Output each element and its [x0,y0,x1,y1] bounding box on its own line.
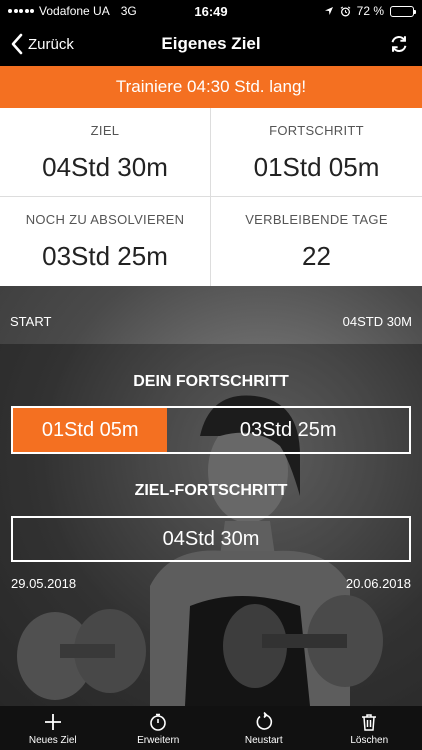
chevron-left-icon [11,33,23,55]
goal-stat-value: 04Std 30m [42,152,168,182]
alarm-icon [340,5,351,16]
stats-grid: ZIEL 04Std 30m FORTSCHRITT 01Std 05m NOC… [0,108,422,286]
progress-stat-label: FORTSCHRITT [269,123,364,138]
new-goal-label: Neues Ziel [28,735,77,746]
progress-hero: START 04STD 30M DEIN FORTSCHRITT 01Std 0… [0,286,422,706]
progress-rest-segment: 03Std 25m [239,418,337,441]
location-arrow-icon [324,7,333,15]
bottom-toolbar: Neues Ziel Erweitern Neustart Löschen [0,706,422,750]
new-goal-button[interactable]: Neues Ziel [0,706,106,750]
remaining-stat: NOCH ZU ABSOLVIEREN 03Std 25m [0,197,211,286]
restart-icon [256,712,272,730]
signal-strength-icon [8,9,34,13]
extend-button[interactable]: Erweitern [106,706,212,750]
date-range: 29.05.2018 20.06.2018 [11,576,411,591]
network-type: 3G [120,4,137,18]
days-left-stat-value: 22 [302,241,331,271]
your-progress-title: DEIN FORTSCHRITT [133,373,289,390]
navigation-bar: Zurück Eigenes Ziel [0,22,422,66]
back-button-label: Zurück [28,35,74,53]
battery-icon [390,5,416,17]
status-bar: Vodafone UA 3G 16:49 72 % [0,0,422,22]
end-date: 20.06.2018 [345,576,411,591]
progress-stat-value: 01Std 05m [253,152,380,182]
days-left-stat: VERBLEIBENDE TAGE 22 [211,197,422,286]
delete-label: Löschen [350,735,389,746]
goal-progress-bar: 04Std 30m [11,516,411,562]
restart-button[interactable]: Neustart [211,706,317,750]
battery-percent: 72 % [356,4,384,18]
progress-done-segment: 01Std 05m [13,408,168,452]
refresh-icon[interactable] [388,33,410,55]
extend-label: Erweitern [137,735,180,746]
range-labels: START 04STD 30M [10,314,412,329]
remaining-stat-label: NOCH ZU ABSOLVIEREN [25,212,185,227]
your-progress-bar: 01Std 05m 03Std 25m [11,406,411,454]
days-left-stat-label: VERBLEIBENDE TAGE [245,212,388,227]
start-label: START [10,314,52,329]
delete-button[interactable]: Löschen [317,706,422,750]
goal-progress-title: ZIEL-FORTSCHRITT [134,482,288,499]
restart-label: Neustart [244,735,283,746]
goal-stat-label: ZIEL [90,123,120,138]
stopwatch-icon [150,713,167,731]
status-time: 16:49 [194,3,228,19]
goal-banner: Trainiere 04:30 Std. lang! [0,66,422,108]
progress-stat: FORTSCHRITT 01Std 05m [211,108,422,197]
plus-icon [44,714,61,730]
start-date: 29.05.2018 [11,576,77,591]
carrier-name: Vodafone UA [39,4,110,18]
remaining-stat-value: 03Std 25m [42,241,168,271]
goal-stat: ZIEL 04Std 30m [0,108,211,197]
end-label: 04STD 30M [342,314,412,329]
back-button[interactable]: Zurück [10,22,74,66]
trash-icon [362,714,377,731]
